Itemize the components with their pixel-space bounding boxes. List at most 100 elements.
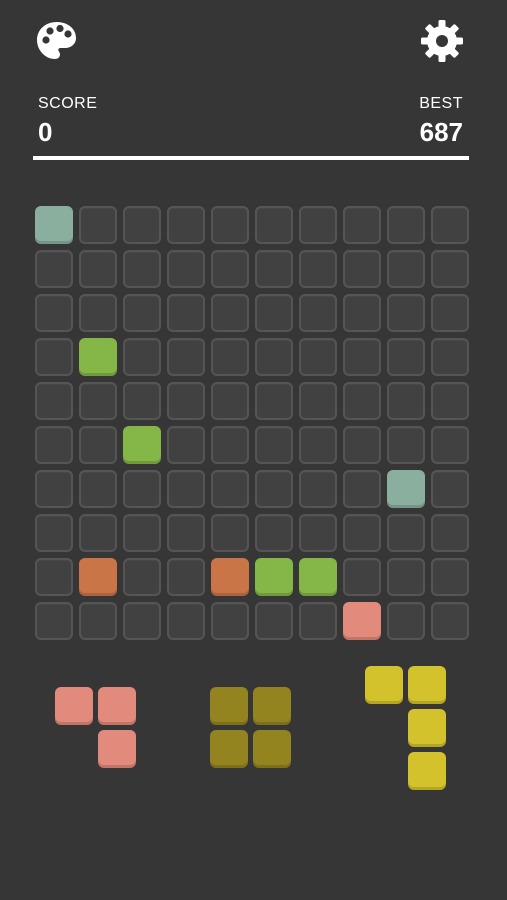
board-cell[interactable] [167,514,205,552]
board-cell[interactable] [123,382,161,420]
game-board[interactable] [35,206,469,640]
board-cell[interactable] [211,514,249,552]
board-cell[interactable] [79,294,117,332]
board-cell[interactable] [167,382,205,420]
board-cell[interactable] [343,382,381,420]
board-cell[interactable] [35,470,73,508]
board-cell[interactable] [431,294,469,332]
board-cell[interactable] [299,514,337,552]
board-cell[interactable] [431,382,469,420]
board-cell-filled[interactable] [343,602,381,640]
board-cell[interactable] [167,470,205,508]
board-cell[interactable] [299,382,337,420]
board-cell[interactable] [123,338,161,376]
board-cell[interactable] [299,294,337,332]
board-cell[interactable] [123,558,161,596]
board-cell[interactable] [79,514,117,552]
board-cell[interactable] [343,250,381,288]
board-cell[interactable] [387,294,425,332]
board-cell[interactable] [255,382,293,420]
board-cell[interactable] [123,514,161,552]
board-cell[interactable] [35,558,73,596]
board-cell-filled[interactable] [79,338,117,376]
gear-icon[interactable] [420,19,464,63]
board-cell[interactable] [255,206,293,244]
board-cell[interactable] [343,294,381,332]
board-cell-filled[interactable] [255,558,293,596]
board-cell[interactable] [255,338,293,376]
board-cell[interactable] [35,514,73,552]
board-cell[interactable] [35,426,73,464]
board-cell[interactable] [79,426,117,464]
board-cell[interactable] [431,250,469,288]
board-cell[interactable] [343,426,381,464]
board-cell[interactable] [299,250,337,288]
board-cell-filled[interactable] [123,426,161,464]
board-cell[interactable] [299,470,337,508]
board-cell[interactable] [387,558,425,596]
board-cell[interactable] [431,206,469,244]
board-cell[interactable] [167,558,205,596]
board-cell[interactable] [167,602,205,640]
board-cell[interactable] [343,206,381,244]
board-cell[interactable] [167,294,205,332]
board-cell[interactable] [387,206,425,244]
board-cell-filled[interactable] [79,558,117,596]
board-cell[interactable] [123,470,161,508]
palette-icon[interactable] [35,19,79,63]
board-cell[interactable] [431,602,469,640]
board-cell[interactable] [211,206,249,244]
board-cell[interactable] [211,426,249,464]
board-cell[interactable] [343,470,381,508]
board-cell[interactable] [79,602,117,640]
board-cell[interactable] [35,382,73,420]
board-cell[interactable] [123,294,161,332]
board-cell[interactable] [35,602,73,640]
board-cell[interactable] [211,250,249,288]
board-cell[interactable] [35,250,73,288]
board-cell[interactable] [211,338,249,376]
board-cell[interactable] [167,426,205,464]
board-cell[interactable] [387,514,425,552]
board-cell-filled[interactable] [35,206,73,244]
board-cell[interactable] [255,602,293,640]
board-cell[interactable] [35,338,73,376]
board-cell[interactable] [299,602,337,640]
board-cell[interactable] [431,338,469,376]
board-cell[interactable] [211,470,249,508]
board-cell[interactable] [123,602,161,640]
board-cell[interactable] [211,294,249,332]
board-cell[interactable] [167,206,205,244]
board-cell[interactable] [211,602,249,640]
board-cell[interactable] [431,470,469,508]
board-cell[interactable] [387,338,425,376]
board-cell-filled[interactable] [299,558,337,596]
board-cell[interactable] [387,602,425,640]
board-cell[interactable] [431,426,469,464]
board-cell[interactable] [387,426,425,464]
board-cell[interactable] [35,294,73,332]
board-cell-filled[interactable] [387,470,425,508]
board-cell[interactable] [387,250,425,288]
board-cell-filled[interactable] [211,558,249,596]
board-cell[interactable] [299,426,337,464]
board-cell[interactable] [255,514,293,552]
board-cell[interactable] [255,250,293,288]
board-cell[interactable] [79,206,117,244]
board-cell[interactable] [255,426,293,464]
board-cell[interactable] [431,558,469,596]
board-cell[interactable] [79,470,117,508]
board-cell[interactable] [431,514,469,552]
board-cell[interactable] [167,338,205,376]
board-cell[interactable] [343,514,381,552]
board-cell[interactable] [79,250,117,288]
board-cell[interactable] [79,382,117,420]
board-cell[interactable] [299,338,337,376]
board-cell[interactable] [343,558,381,596]
board-cell[interactable] [343,338,381,376]
board-cell[interactable] [211,382,249,420]
board-cell[interactable] [299,206,337,244]
board-cell[interactable] [255,470,293,508]
board-cell[interactable] [387,382,425,420]
board-cell[interactable] [123,206,161,244]
